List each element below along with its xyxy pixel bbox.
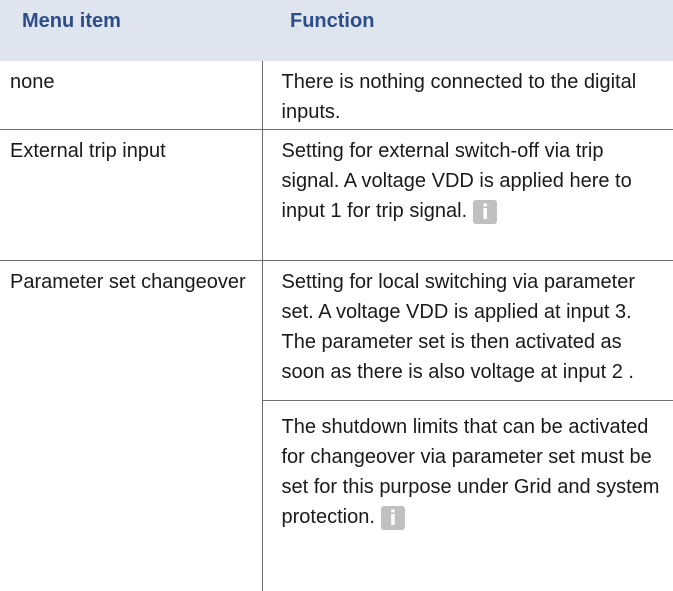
function-text-body: There is nothing connected to the digita… <box>281 71 637 123</box>
function-text: Setting for external switch-off via trip… <box>282 136 666 226</box>
info-icon: i <box>380 505 405 530</box>
function-text: There is nothing connected to the digita… <box>282 67 666 127</box>
table-body: none There is nothing connected to the d… <box>0 61 673 591</box>
menu-item-cell: none <box>0 61 262 130</box>
function-text-body: Setting for external switch-off via trip… <box>281 139 632 222</box>
function-cell: Setting for external switch-off via trip… <box>261 129 673 261</box>
table-row: none There is nothing connected to the d… <box>0 61 673 130</box>
function-text: Setting for local switching via param­et… <box>282 267 666 387</box>
table-row: Parameter set changeover Setting for loc… <box>0 260 673 591</box>
header-menu-item: Menu item <box>0 0 262 61</box>
function-cell: There is nothing connected to the digita… <box>261 61 673 130</box>
header-row: Menu item Function <box>0 0 673 61</box>
function-note-body: The shutdown limits that can be activate… <box>281 415 660 528</box>
function-table: Menu item Function none There is nothing… <box>0 0 673 591</box>
function-note: The shutdown limits that can be activate… <box>262 399 673 532</box>
function-cell: Setting for local switching via param­et… <box>261 260 673 591</box>
function-text-body: Setting for local switching via param­et… <box>281 270 636 383</box>
header-function: Function <box>262 0 673 61</box>
menu-item-cell: External trip input <box>0 129 262 261</box>
info-icon: i <box>473 199 498 224</box>
menu-item-cell: Parameter set changeover <box>10 270 246 293</box>
table-row: External trip input Setting for external… <box>0 129 673 261</box>
table-header: Menu item Function <box>0 0 673 61</box>
